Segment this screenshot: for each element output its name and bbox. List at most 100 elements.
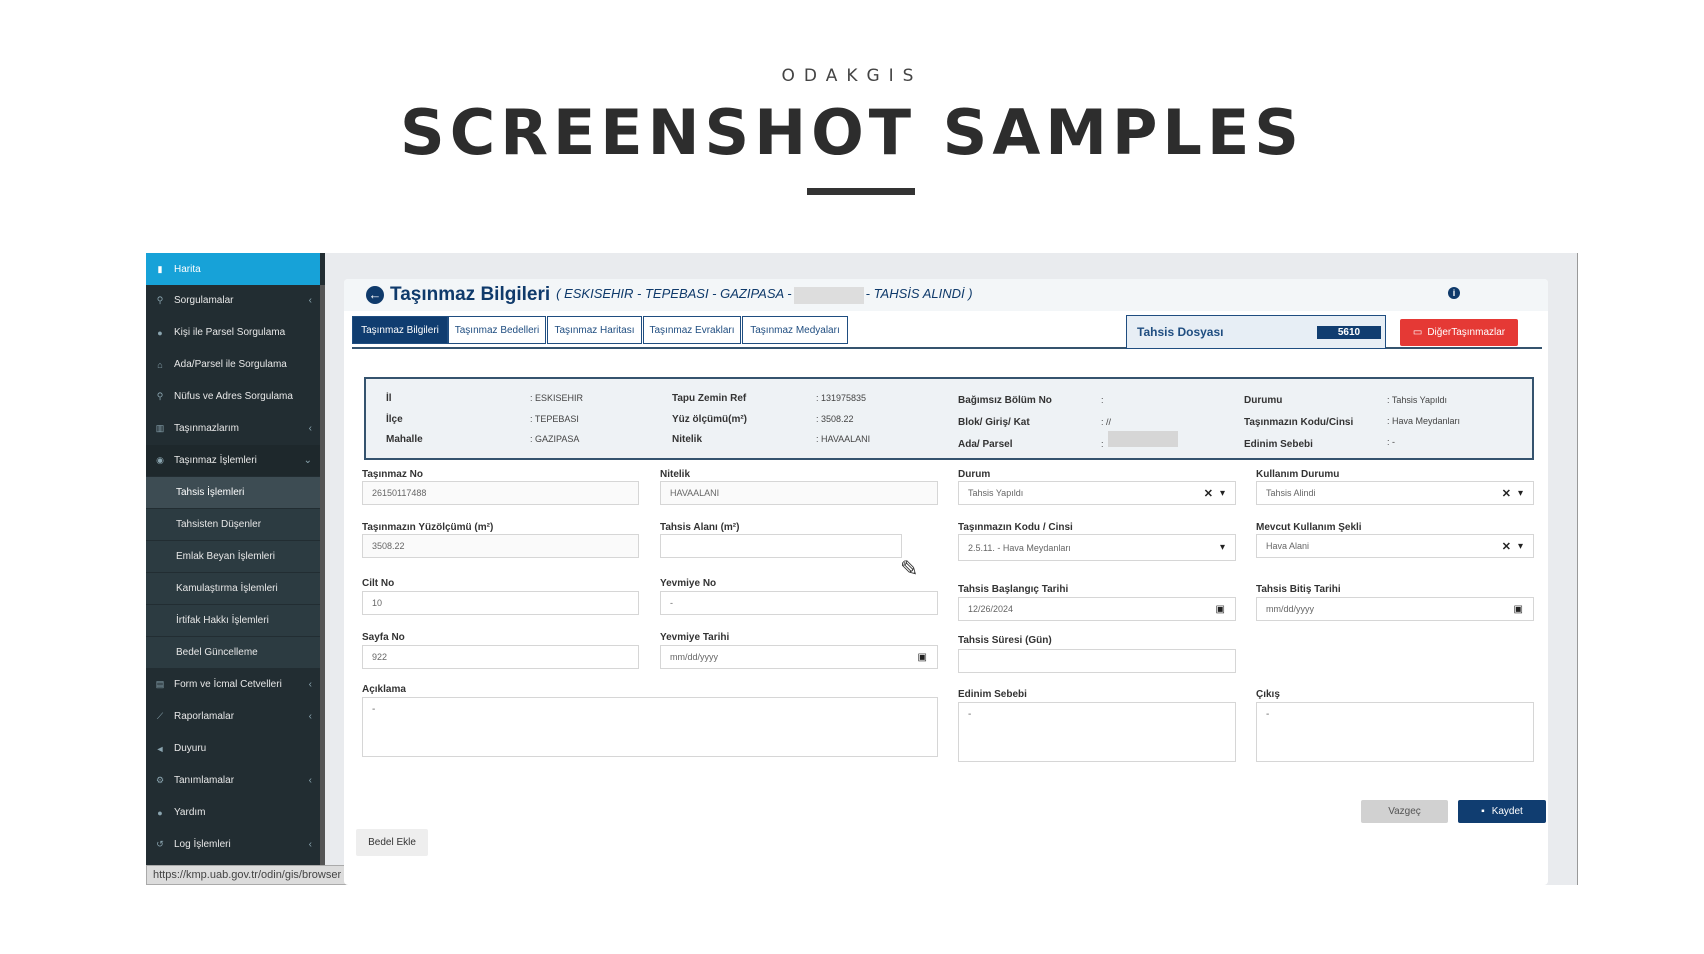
tasinmaz-no-input[interactable]: 26150117488 bbox=[362, 481, 639, 505]
calendar-icon[interactable]: ▣ bbox=[1216, 604, 1225, 615]
summary-blok-value: : // bbox=[1101, 417, 1112, 427]
tahsis-dosyasi-label: Tahsis Dosyası bbox=[1137, 325, 1224, 339]
chevron-left-icon: ‹ bbox=[308, 711, 312, 722]
user-icon: ● bbox=[157, 327, 163, 338]
sidebar-item-tahsisten-dusenler[interactable]: Tahsisten Düşenler bbox=[146, 509, 320, 540]
sidebar-item-harita[interactable]: ▮ Harita bbox=[146, 253, 320, 285]
baslangic-tarihi-input[interactable]: 12/26/2024 ▣ bbox=[958, 597, 1236, 621]
chevron-left-icon: ‹ bbox=[308, 775, 312, 786]
tasinmaz-no-label: Taşınmaz No bbox=[362, 469, 423, 480]
nitelik-input[interactable]: HAVAALANI bbox=[660, 481, 938, 505]
megaphone-icon: ◄ bbox=[155, 743, 165, 754]
sidebar-item-irtifak[interactable]: İrtifak Hakkı İşlemleri bbox=[146, 605, 320, 636]
cancel-button[interactable]: Vazgeç bbox=[1361, 800, 1448, 823]
sidebar-item-raporlamalar[interactable]: ⟋ Raporlamalar ‹ bbox=[146, 701, 320, 732]
sidebar-item-label: Emlak Beyan İşlemleri bbox=[176, 551, 275, 562]
summary-blok-label: Blok/ Giriş/ Kat bbox=[958, 417, 1030, 428]
summary-edinim-label: Edinim Sebebi bbox=[1244, 439, 1313, 450]
add-bedel-button[interactable]: Bedel Ekle bbox=[356, 829, 428, 856]
sidebar-item-label: Raporlamalar bbox=[174, 711, 235, 722]
kodu-cinsi-label: Taşınmazın Kodu / Cinsi bbox=[958, 522, 1073, 533]
sidebar-item-emlak-beyan[interactable]: Emlak Beyan İşlemleri bbox=[146, 541, 320, 572]
yuzolcum-input[interactable]: 3508.22 bbox=[362, 534, 639, 558]
info-icon[interactable]: i bbox=[1448, 287, 1460, 299]
nitelik-label: Nitelik bbox=[660, 469, 691, 480]
sidebar-item-label: Tanımlamalar bbox=[174, 775, 235, 786]
summary-edinim-value: : - bbox=[1387, 437, 1395, 447]
tab-tasinmaz-bedelleri[interactable]: Taşınmaz Bedelleri bbox=[448, 316, 546, 344]
cilt-no-label: Cilt No bbox=[362, 578, 395, 589]
bitis-tarihi-input[interactable]: mm/dd/yyyy ▣ bbox=[1256, 597, 1534, 621]
home-icon: ⌂ bbox=[157, 359, 163, 370]
sidebar-item-tahsis-islemleri[interactable]: Tahsis İşlemleri bbox=[146, 477, 320, 508]
search-icon: ⚲ bbox=[156, 391, 164, 401]
clear-icon[interactable]: ✕ bbox=[1502, 540, 1511, 553]
map-icon: ▮ bbox=[157, 263, 163, 274]
sidebar-item-label: Tahsisten Düşenler bbox=[176, 519, 262, 530]
sidebar-item-label: Tahsis İşlemleri bbox=[176, 487, 245, 498]
cilt-no-input[interactable]: 10 bbox=[362, 591, 639, 615]
clear-icon[interactable]: ✕ bbox=[1502, 487, 1511, 500]
tab-tasinmaz-bilgileri[interactable]: Taşınmaz Bilgileri bbox=[352, 316, 448, 344]
sidebar: ▮ Harita ⚲ Sorgulamalar ‹ ● Kişi ile Parsel … bbox=[146, 253, 325, 885]
sidebar-item-yardim[interactable]: ● Yardım bbox=[146, 797, 320, 828]
sidebar-item-ada-parsel[interactable]: ⌂ Ada/Parsel ile Sorgulama bbox=[146, 349, 320, 380]
form-icon: ▤ bbox=[155, 679, 165, 689]
yevmiye-no-input[interactable]: - bbox=[660, 591, 938, 615]
sidebar-item-nufus-adres[interactable]: ⚲ Nüfus ve Adres Sorgulama bbox=[146, 381, 320, 412]
status-url: https://kmp.uab.gov.tr/odin/gis/browser bbox=[146, 865, 349, 885]
floppy-icon: ▪ bbox=[1481, 806, 1485, 817]
caret-down-icon[interactable]: ▾ bbox=[1518, 541, 1523, 552]
draw-pencil-icon[interactable]: ✎ bbox=[900, 556, 918, 582]
sidebar-item-duyuru[interactable]: ◄ Duyuru bbox=[146, 733, 320, 764]
save-button[interactable]: ▪ Kaydet bbox=[1458, 800, 1546, 823]
durum-select[interactable]: Tahsis Yapıldı ✕ ▾ bbox=[958, 481, 1236, 505]
sidebar-scrollbar[interactable] bbox=[320, 285, 325, 885]
sidebar-item-log-islemleri[interactable]: ↺ Log İşlemleri ‹ bbox=[146, 829, 320, 860]
tab-tasinmaz-evraklari[interactable]: Taşınmaz Evrakları bbox=[643, 316, 741, 344]
sidebar-item-sorgulamalar[interactable]: ⚲ Sorgulamalar ‹ bbox=[146, 285, 320, 316]
summary-yuzolcum-value: : 3508.22 bbox=[816, 414, 854, 424]
back-arrow-icon[interactable]: ← bbox=[366, 286, 384, 304]
edinim-sebebi-textarea[interactable]: - bbox=[958, 702, 1236, 762]
sidebar-item-kisi-parsel[interactable]: ● Kişi ile Parsel Sorgulama bbox=[146, 317, 320, 348]
kodu-cinsi-select[interactable]: 2.5.11. - Hava Meydanları ▾ bbox=[958, 534, 1236, 561]
tab-tasinmaz-haritasi[interactable]: Taşınmaz Haritası bbox=[547, 316, 642, 344]
cikis-textarea[interactable]: - bbox=[1256, 702, 1534, 762]
caret-down-icon[interactable]: ▾ bbox=[1518, 488, 1523, 499]
diger-tasinmazlar-button[interactable]: ▭ DiğerTaşınmazlar bbox=[1400, 319, 1518, 346]
summary-box: İl : ESKISEHIR İlçe : TEPEBASI Mahalle :… bbox=[364, 377, 1534, 460]
caret-down-icon[interactable]: ▾ bbox=[1220, 488, 1225, 499]
tab-tasinmaz-medyalari[interactable]: Taşınmaz Medyaları bbox=[742, 316, 848, 344]
aciklama-textarea[interactable]: - bbox=[362, 697, 938, 757]
tahsis-dosyasi-box[interactable]: Tahsis Dosyası 5610 bbox=[1126, 315, 1386, 349]
yuzolcum-label: Taşınmazın Yüzölçümü (m²) bbox=[362, 522, 494, 533]
clear-icon[interactable]: ✕ bbox=[1204, 487, 1213, 500]
sidebar-item-label: Harita bbox=[174, 263, 201, 275]
calendar-icon[interactable]: ▣ bbox=[1514, 604, 1523, 615]
summary-durumu-value: : Tahsis Yapıldı bbox=[1387, 395, 1448, 405]
folder-open-icon: ▭ bbox=[1412, 327, 1423, 338]
caret-down-icon[interactable]: ▾ bbox=[1220, 542, 1225, 553]
sayfa-no-input[interactable]: 922 bbox=[362, 645, 639, 669]
sidebar-item-tasinmaz-islemleri[interactable]: ◉ Taşınmaz İşlemleri ⌄ bbox=[146, 445, 320, 476]
sidebar-item-tanimlamalar[interactable]: ⚙ Tanımlamalar ‹ bbox=[146, 765, 320, 796]
yevmiye-tarihi-input[interactable]: mm/dd/yyyy ▣ bbox=[660, 645, 938, 669]
tahsis-alani-input[interactable] bbox=[660, 534, 902, 558]
sidebar-item-bedel-guncelleme[interactable]: Bedel Güncelleme bbox=[146, 637, 320, 668]
yevmiye-tarihi-value: mm/dd/yyyy bbox=[670, 652, 719, 662]
mevcut-kullanim-select[interactable]: Hava Alani ✕ ▾ bbox=[1256, 534, 1534, 558]
summary-ada-label: Ada/ Parsel bbox=[958, 439, 1013, 450]
tahsis-suresi-input[interactable] bbox=[958, 649, 1236, 673]
sidebar-item-label: Form ve İcmal Cetvelleri bbox=[174, 679, 282, 690]
sidebar-item-tasinmazlarim[interactable]: ▥ Taşınmazlarım ‹ bbox=[146, 413, 320, 444]
calendar-icon[interactable]: ▣ bbox=[918, 652, 927, 663]
durum-value: Tahsis Yapıldı bbox=[968, 488, 1024, 498]
baslangic-tarihi-label: Tahsis Başlangıç Tarihi bbox=[958, 584, 1069, 595]
kullanim-durumu-select[interactable]: Tahsis Alindi ✕ ▾ bbox=[1256, 481, 1534, 505]
kullanim-durumu-label: Kullanım Durumu bbox=[1256, 469, 1340, 480]
chevron-down-icon: ⌄ bbox=[303, 455, 312, 466]
gears-icon: ⚙ bbox=[155, 775, 165, 785]
sidebar-item-form-icmal[interactable]: ▤ Form ve İcmal Cetvelleri ‹ bbox=[146, 669, 320, 700]
sidebar-item-kamulastirma[interactable]: Kamulaştırma İşlemleri bbox=[146, 573, 320, 604]
